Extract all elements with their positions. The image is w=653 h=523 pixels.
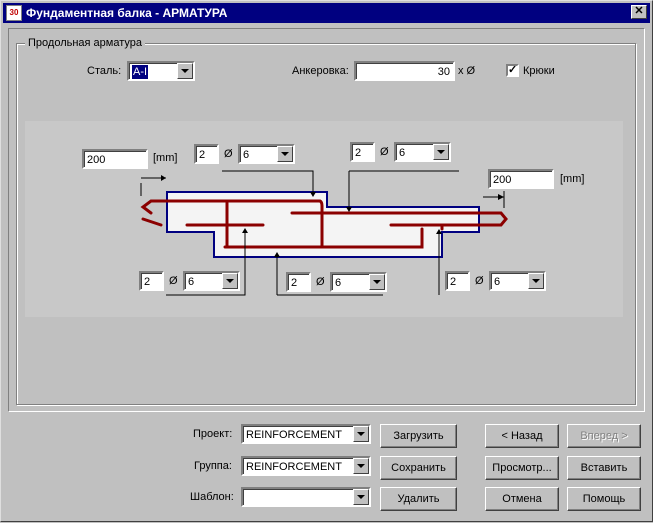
project-value: REINFORCEMENT (246, 429, 342, 441)
bar2-diameter-value: 6 (399, 147, 406, 159)
arrow-7 (498, 194, 504, 200)
bar3-count-input[interactable]: 2 (139, 271, 164, 291)
delete-button[interactable]: Удалить (380, 487, 457, 511)
bar1-diameter-symbol: Ø (224, 148, 233, 160)
right-length-input[interactable]: 200 (488, 169, 554, 189)
help-button[interactable]: Помощь (567, 487, 641, 511)
back-button[interactable]: < Назад (485, 424, 559, 448)
insert-button[interactable]: Вставить (567, 456, 641, 480)
chevron-down-icon[interactable] (433, 144, 449, 160)
bar2-diameter-symbol: Ø (380, 146, 389, 158)
bar5-diameter-value: 6 (494, 276, 501, 288)
right-unit-label: [mm] (560, 173, 585, 185)
bar3-diameter-symbol: Ø (169, 275, 178, 287)
project-select[interactable]: REINFORCEMENT (241, 424, 371, 444)
left-length-input[interactable]: 200 (82, 149, 148, 169)
preview-button[interactable]: Просмотр... (485, 456, 559, 480)
bar4-diameter-symbol: Ø (316, 276, 325, 288)
bar5-diameter-select[interactable]: 6 (489, 271, 546, 291)
chevron-down-icon[interactable] (277, 146, 293, 162)
leader-2 (348, 170, 459, 210)
forward-button[interactable]: Вперед > (567, 424, 641, 448)
save-button[interactable]: Сохранить (380, 456, 457, 480)
bar1-diameter-value: 6 (243, 149, 250, 161)
chevron-down-icon[interactable] (353, 489, 369, 505)
bar4-count-input[interactable]: 2 (286, 272, 311, 292)
chevron-down-icon[interactable] (528, 273, 544, 289)
dialog-window: 30 Фундаментная балка - АРМАТУРА ✕ Продо… (0, 0, 653, 522)
chevron-down-icon[interactable] (369, 274, 385, 290)
arrow-6 (161, 175, 166, 181)
bar2-count-input[interactable]: 2 (350, 142, 375, 162)
template-label: Шаблон: (190, 491, 234, 503)
bar2-diameter-select[interactable]: 6 (394, 142, 451, 162)
group-value: REINFORCEMENT (246, 461, 342, 473)
bar3-diameter-value: 6 (188, 276, 195, 288)
bar3-diameter-select[interactable]: 6 (183, 271, 240, 291)
rebar-bottom-left-hook (141, 217, 163, 227)
template-select[interactable] (241, 487, 371, 507)
group-label: Группа: (194, 460, 232, 472)
bar4-diameter-select[interactable]: 6 (330, 272, 387, 292)
group-select[interactable]: REINFORCEMENT (241, 456, 371, 476)
chevron-down-icon[interactable] (222, 273, 238, 289)
left-unit-label: [mm] (153, 152, 178, 164)
chevron-down-icon[interactable] (353, 426, 369, 442)
chevron-down-icon[interactable] (353, 458, 369, 474)
load-button[interactable]: Загрузить (380, 424, 457, 448)
bar5-diameter-symbol: Ø (475, 275, 484, 287)
bar1-count-input[interactable]: 2 (194, 144, 219, 164)
cancel-button[interactable]: Отмена (485, 487, 559, 511)
bar1-diameter-select[interactable]: 6 (238, 144, 295, 164)
bar4-diameter-value: 6 (335, 277, 342, 289)
project-label: Проект: (193, 428, 233, 440)
bar5-count-input[interactable]: 2 (445, 271, 470, 291)
